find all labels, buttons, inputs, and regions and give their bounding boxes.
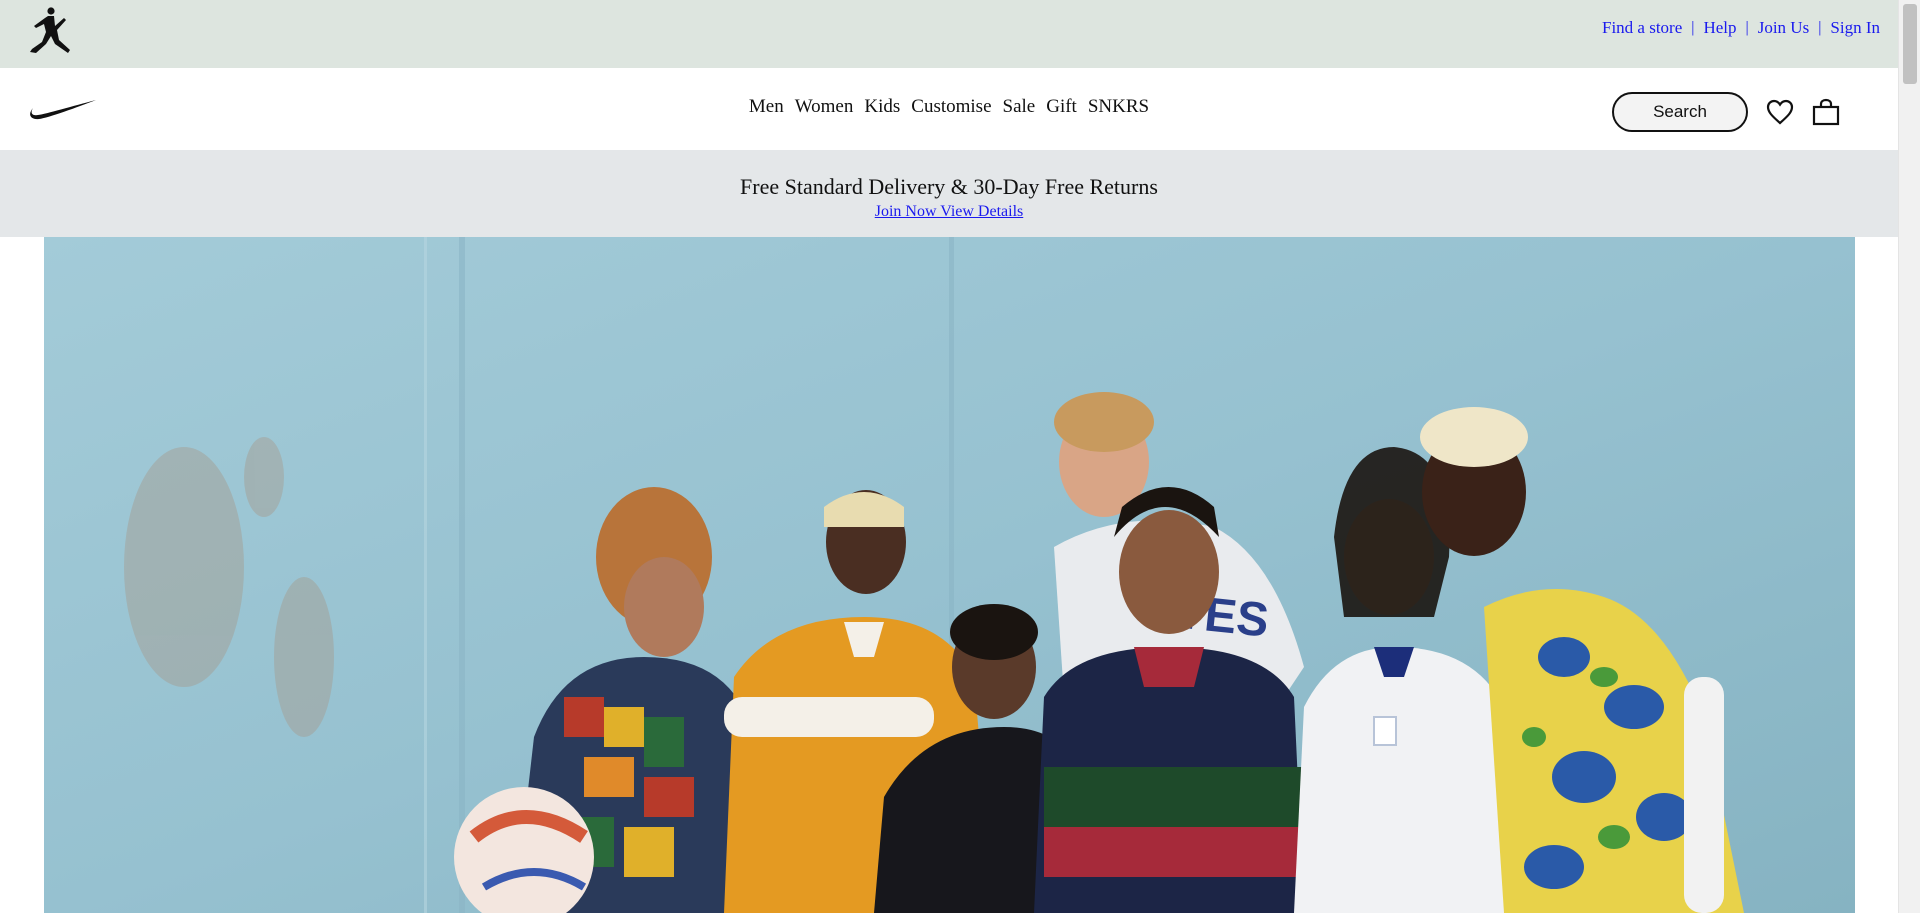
separator: | bbox=[1818, 19, 1822, 36]
nav-link-customise[interactable]: Customise bbox=[911, 96, 991, 118]
separator: | bbox=[1691, 19, 1695, 36]
utility-bar: Find a store | Help | Join Us | Sign In bbox=[0, 0, 1898, 68]
page-scrollbar[interactable] bbox=[1898, 0, 1920, 913]
nav-link-sale[interactable]: Sale bbox=[1003, 96, 1036, 118]
join-us-link[interactable]: Join Us bbox=[1758, 18, 1809, 38]
nav-link-women[interactable]: Women bbox=[795, 96, 854, 118]
utility-links: Find a store | Help | Join Us | Sign In bbox=[1602, 18, 1880, 38]
help-link[interactable]: Help bbox=[1703, 18, 1736, 38]
heart-icon[interactable] bbox=[1764, 96, 1796, 128]
hero-image[interactable]: TES bbox=[44, 237, 1855, 913]
nav-link-snkrs[interactable]: SNKRS bbox=[1088, 96, 1149, 118]
separator: | bbox=[1745, 19, 1749, 36]
nav-link-kids[interactable]: Kids bbox=[864, 96, 900, 118]
main-nav: Men Women Kids Customise Sale Gift SNKRS… bbox=[0, 68, 1898, 150]
sign-in-link[interactable]: Sign In bbox=[1830, 18, 1880, 38]
find-a-store-link[interactable]: Find a store bbox=[1602, 18, 1682, 38]
search-button[interactable]: Search bbox=[1612, 92, 1748, 132]
scrollbar-thumb[interactable] bbox=[1903, 4, 1917, 84]
jordan-jumpman-icon[interactable] bbox=[24, 6, 76, 56]
promo-links[interactable]: Join Now View Details bbox=[875, 203, 1024, 221]
shopping-bag-icon[interactable] bbox=[1810, 96, 1842, 128]
promo-title: Free Standard Delivery & 30-Day Free Ret… bbox=[740, 174, 1158, 199]
promo-banner: Free Standard Delivery & 30-Day Free Ret… bbox=[0, 150, 1898, 237]
nav-link-men[interactable]: Men bbox=[749, 96, 784, 118]
nav-link-gift[interactable]: Gift bbox=[1046, 96, 1077, 118]
